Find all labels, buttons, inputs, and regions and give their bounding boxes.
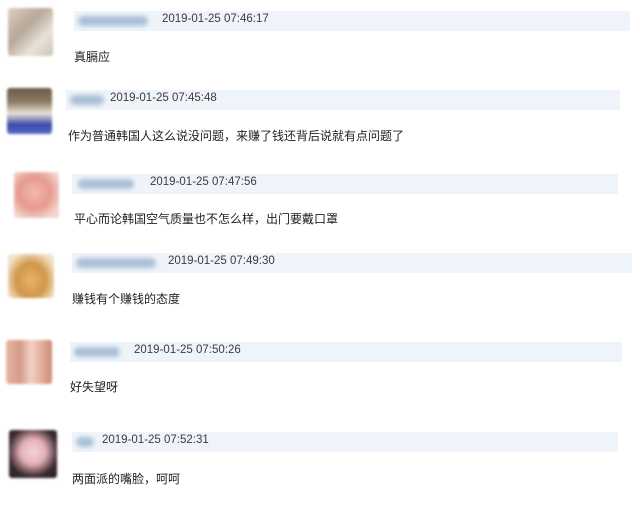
comment-text: 两面派的嘴脸，呵呵 bbox=[72, 472, 181, 486]
avatar[interactable] bbox=[9, 430, 57, 478]
comment-item: 2019-01-25 07:52:31 两面派的嘴脸，呵呵 bbox=[0, 0, 640, 506]
comment-meta-bar: 2019-01-25 07:52:31 bbox=[72, 432, 618, 452]
comment-timestamp: 2019-01-25 07:52:31 bbox=[102, 434, 209, 446]
username-blurred[interactable] bbox=[76, 437, 94, 447]
